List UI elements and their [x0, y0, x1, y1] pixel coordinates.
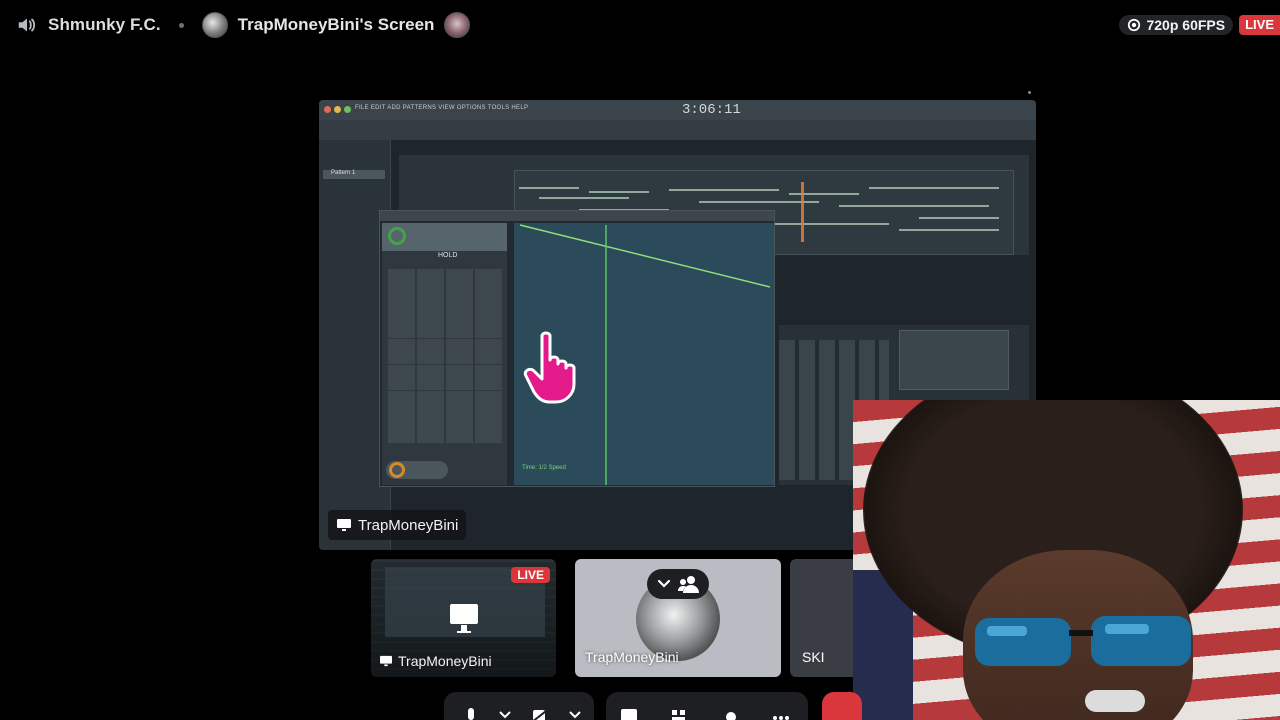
fl-song-time: 3:06:11	[682, 102, 741, 118]
chevron-down-icon[interactable]	[496, 708, 514, 720]
participant-name: TrapMoneyBini	[398, 653, 492, 669]
time-knob[interactable]	[388, 227, 406, 245]
streamer-avatar[interactable]	[201, 12, 228, 38]
top-bar: Shmunky F.C. TrapMoneyBini's Screen 720p…	[0, 0, 1280, 52]
hand-cursor-icon	[523, 331, 576, 404]
window-controls	[324, 106, 351, 113]
disconnect-button[interactable]	[822, 692, 862, 720]
stream-name-tag: TrapMoneyBini	[328, 510, 467, 540]
chevron-down-icon[interactable]	[657, 579, 671, 589]
stream-status: 720p 60FPS LIVE	[1119, 15, 1280, 35]
volume-control[interactable]	[386, 461, 448, 479]
monitor-icon	[450, 604, 478, 633]
monitor-icon	[337, 519, 351, 531]
participant-name: TrapMoneyBini	[585, 649, 679, 665]
fl-menu-items: FILE EDIT ADD PATTERNS VIEW OPTIONS TOOL…	[355, 105, 529, 111]
call-controls	[444, 692, 844, 720]
gross-beat-presets: HOLD	[382, 223, 507, 485]
participant-tile-user[interactable]: SKI	[790, 559, 860, 677]
screen-title: TrapMoneyBini's Screen	[237, 15, 435, 34]
participant-tile-screen[interactable]: LIVE TrapMoneyBini	[371, 559, 556, 677]
soundboard-icon[interactable]	[722, 708, 740, 720]
tile-live-badge: LIVE	[511, 567, 550, 583]
preset-grid	[388, 269, 503, 459]
tile-controls[interactable]	[647, 569, 709, 599]
fl-menubar: FILE EDIT ADD PATTERNS VIEW OPTIONS TOOL…	[319, 100, 1036, 120]
monitor-icon	[380, 655, 392, 667]
decorative-dot	[1028, 91, 1031, 94]
audio-video-controls	[444, 692, 594, 720]
viewer-avatar[interactable]	[444, 12, 471, 38]
tile-label: TrapMoneyBini	[379, 653, 492, 669]
speaker-icon	[18, 18, 36, 32]
fl-pattern-item: Pattern 1	[323, 170, 385, 179]
stream-name: TrapMoneyBini	[358, 516, 459, 534]
volume-knob[interactable]	[389, 462, 405, 478]
microphone-icon[interactable]	[462, 708, 480, 720]
participant-name: SKI	[802, 649, 825, 665]
hold-label: HOLD	[438, 252, 458, 259]
quality-text: 720p 60FPS	[1146, 17, 1226, 33]
more-icon[interactable]	[772, 708, 790, 720]
activities-icon[interactable]	[670, 708, 688, 720]
webcam-feed	[853, 400, 1280, 720]
server-name[interactable]: Shmunky F.C.	[48, 15, 161, 35]
sunglasses	[975, 616, 1191, 666]
quality-badge[interactable]: 720p 60FPS	[1119, 15, 1234, 35]
gb-header	[382, 223, 507, 251]
share-screen-icon[interactable]	[620, 708, 638, 720]
eye-icon	[1128, 18, 1141, 32]
microphone	[1085, 690, 1145, 712]
participant-tile-avatar[interactable]: TrapMoneyBini	[575, 559, 781, 677]
channel-header: Shmunky F.C. TrapMoneyBini's Screen	[16, 12, 471, 38]
fl-toolbar	[319, 120, 1036, 140]
fl-playhead	[801, 182, 804, 242]
gb-status-text: Time: 1/2 Speed	[522, 465, 566, 471]
people-icon[interactable]	[677, 575, 700, 593]
separator-dot	[178, 22, 184, 28]
mixer-inserts	[899, 330, 1009, 390]
plugin-titlebar	[380, 211, 774, 221]
activity-controls	[606, 692, 808, 720]
camera-off-icon[interactable]	[532, 708, 550, 720]
live-badge: LIVE	[1239, 15, 1280, 35]
chevron-down-icon[interactable]	[566, 708, 584, 720]
